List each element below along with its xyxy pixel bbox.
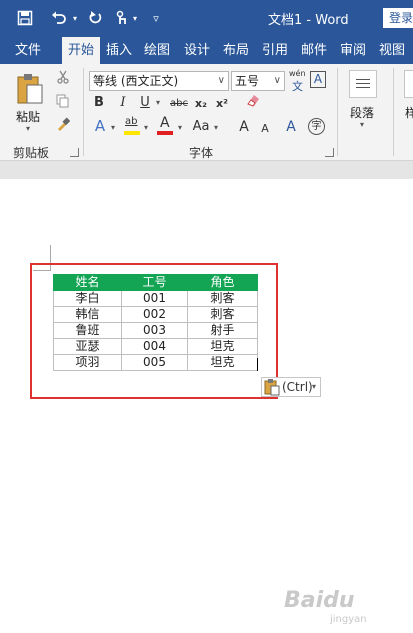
clipboard-icon (264, 379, 280, 396)
tab-mailings[interactable]: 邮件 (297, 37, 331, 64)
ribbon-tabs: 文件 开始 插入 绘图 设计 布局 引用 邮件 审阅 视图 (0, 37, 413, 64)
paste-dropdown-icon: ▾ (26, 124, 31, 133)
clear-formatting-icon[interactable] (243, 92, 263, 114)
title-bar: ▾ ▾ ▿ 文档1 - Word 登录 (0, 0, 413, 37)
font-color-dropdown-icon[interactable]: ▾ (178, 123, 182, 132)
clipboard-launcher-icon[interactable] (70, 148, 79, 157)
paragraph-button[interactable]: 段落 ▾ (345, 70, 381, 136)
styles-icon (404, 70, 413, 98)
bold-button[interactable]: B (91, 94, 107, 112)
tab-home[interactable]: 开始 (62, 37, 100, 64)
char-shading-button[interactable]: A (284, 118, 298, 136)
font-launcher-icon[interactable] (325, 148, 334, 157)
touch-dropdown-icon[interactable]: ▾ (130, 7, 140, 29)
underline-button[interactable]: U (137, 94, 153, 112)
strikethrough-button[interactable]: abc (168, 95, 190, 113)
tab-view[interactable]: 视图 (375, 37, 409, 64)
tab-draw[interactable]: 绘图 (140, 37, 174, 64)
paste-options-label: (Ctrl) (282, 380, 313, 394)
group-separator (393, 68, 394, 156)
highlight-button[interactable]: ab (124, 116, 142, 138)
customize-qat-icon[interactable]: ▿ (148, 7, 164, 29)
font-name-value: 等线 (西文正文) (93, 74, 179, 88)
text-effects-dropdown-icon[interactable]: ▾ (111, 123, 115, 132)
font-name-combo[interactable]: 等线 (西文正文) ∨ (89, 71, 229, 91)
format-painter-icon[interactable] (54, 117, 72, 137)
paste-options-button[interactable]: (Ctrl) ▾ (261, 377, 321, 397)
change-case-button[interactable]: Aa (190, 118, 212, 136)
tab-file[interactable]: 文件 (8, 37, 48, 64)
clipboard-group-label: 剪贴板 (13, 146, 50, 160)
baidu-watermark: Baidu (284, 588, 355, 613)
paragraph-dropdown-icon: ▾ (360, 120, 365, 129)
chevron-down-icon: ∨ (217, 75, 225, 86)
italic-button[interactable]: I (115, 94, 131, 112)
paste-label: 粘贴 (16, 110, 41, 124)
change-case-dropdown-icon[interactable]: ▾ (214, 123, 218, 132)
cut-icon[interactable] (54, 70, 72, 90)
group-separator (83, 68, 84, 156)
enclose-characters-button[interactable]: 字 (308, 118, 325, 135)
undo-dropdown-icon[interactable]: ▾ (70, 7, 80, 29)
tab-insert[interactable]: 插入 (102, 37, 136, 64)
copy-icon[interactable] (54, 94, 72, 114)
paste-options-dropdown-icon: ▾ (312, 382, 317, 391)
phonetic-top: wén (289, 69, 306, 78)
subscript-button[interactable]: x₂ (193, 95, 209, 113)
highlight-text: ab (125, 116, 138, 127)
styles-label: 样 (405, 106, 413, 120)
tab-references[interactable]: 引用 (258, 37, 292, 64)
highlight-color-swatch (124, 131, 140, 135)
group-separator (337, 68, 338, 156)
document-canvas[interactable] (0, 179, 413, 633)
document-title: 文档1 - Word (268, 13, 349, 28)
styles-button[interactable]: 样 (400, 70, 413, 136)
ribbon-home: 粘贴 ▾ 剪贴板 等线 (西文正文) ∨ 五号 ∨ wén 文 A B I U … (0, 64, 413, 161)
tab-layout[interactable]: 布局 (219, 37, 253, 64)
save-icon[interactable] (14, 7, 36, 29)
baidu-watermark-sub: jingyan (330, 614, 367, 625)
phonetic-bottom: 文 (292, 80, 303, 93)
font-group-label: 字体 (189, 146, 214, 160)
shrink-font-button[interactable]: A (259, 120, 271, 138)
touch-mode-icon[interactable] (110, 7, 132, 29)
undo-icon[interactable] (48, 7, 70, 29)
font-size-combo[interactable]: 五号 ∨ (231, 71, 285, 91)
highlight-dropdown-icon[interactable]: ▾ (144, 123, 148, 132)
annotation-highlight-box (30, 263, 278, 399)
font-color-swatch (157, 131, 173, 135)
font-size-value: 五号 (235, 74, 260, 88)
login-button[interactable]: 登录 (383, 8, 413, 28)
grow-font-button[interactable]: A (237, 118, 251, 136)
paste-icon (17, 74, 43, 104)
text-effects-button[interactable]: A (91, 117, 109, 135)
ribbon-collapse-strip (0, 161, 413, 179)
underline-dropdown-icon[interactable]: ▾ (156, 98, 160, 107)
phonetic-guide-button[interactable]: wén 文 (288, 69, 308, 93)
tab-review[interactable]: 审阅 (336, 37, 370, 64)
paragraph-label: 段落 (350, 106, 375, 120)
paste-button[interactable]: 粘贴 ▾ (12, 72, 48, 133)
font-color-button[interactable]: A (157, 115, 175, 138)
tab-design[interactable]: 设计 (180, 37, 214, 64)
paragraph-icon (349, 70, 377, 98)
font-color-text: A (160, 115, 170, 131)
redo-icon[interactable] (84, 7, 106, 29)
superscript-button[interactable]: x² (214, 95, 230, 113)
chevron-down-icon: ∨ (273, 75, 281, 86)
character-border-button[interactable]: A (310, 71, 326, 88)
